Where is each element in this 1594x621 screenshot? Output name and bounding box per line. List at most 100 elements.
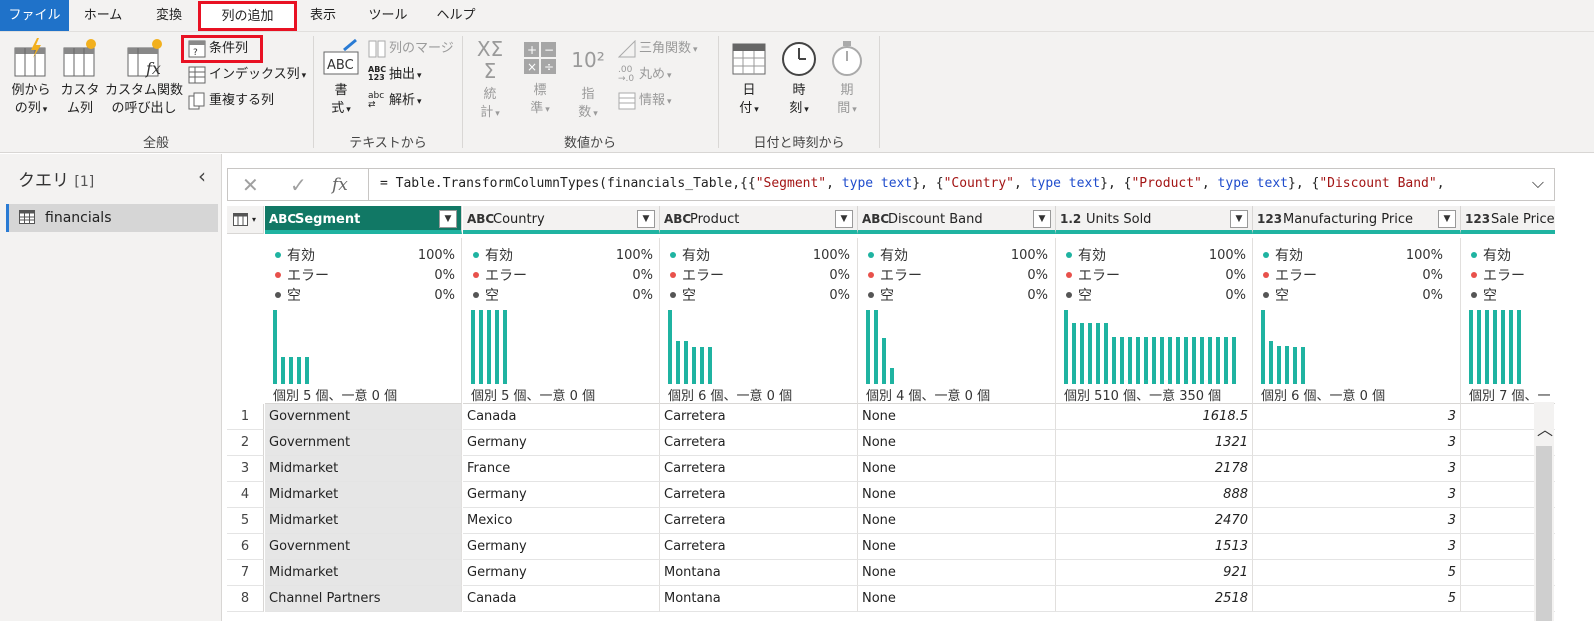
scroll-up-icon[interactable]: ︿ (1537, 416, 1553, 440)
column-from-examples-button[interactable]: 例から の列 ▾ (6, 38, 56, 119)
table-cell-discount[interactable]: None (858, 404, 1056, 430)
tab-view[interactable]: 表示 (300, 0, 346, 31)
column-type-icon[interactable]: ABC (467, 212, 494, 226)
table-cell-segment[interactable]: Government (265, 534, 462, 560)
table-cell-mfg[interactable]: 3 (1253, 404, 1461, 430)
vertical-scrollbar[interactable]: ︿ (1534, 402, 1554, 621)
trigonometry-button[interactable]: 三角関数 ▾ (617, 38, 698, 60)
table-cell-product[interactable]: Carretera (660, 456, 858, 482)
rounding-button[interactable]: .00 →.0 丸め ▾ (618, 64, 672, 86)
table-cell-discount[interactable]: None (858, 508, 1056, 534)
table-cell-segment[interactable]: Midmarket (265, 456, 462, 482)
table-cell-country[interactable]: Germany (463, 560, 660, 586)
tab-tools[interactable]: ツール (362, 0, 414, 31)
expand-formula-icon[interactable]: ⌵ (1532, 173, 1544, 193)
invoke-custom-function-button[interactable]: fx カスタム関数 の呼び出し (104, 38, 184, 118)
information-button[interactable]: 情報 ▾ (618, 90, 672, 112)
column-filter-dropdown-icon[interactable]: ▼ (1230, 210, 1248, 228)
column-header-discount-band[interactable]: ABC Discount Band ▼ (858, 206, 1056, 234)
table-cell-mfg[interactable]: 3 (1253, 482, 1461, 508)
table-cell-country[interactable]: Canada (463, 586, 660, 612)
table-cell-country[interactable]: Germany (463, 482, 660, 508)
scientific-button[interactable]: 10² 指 数 ▾ (568, 38, 608, 123)
row-number[interactable]: 6 (227, 534, 264, 560)
table-cell-units[interactable]: 1618.5 (1056, 404, 1253, 430)
query-item-financials[interactable]: financials (6, 204, 218, 232)
column-header-units-sold[interactable]: 1.2 Units Sold ▼ (1056, 206, 1253, 234)
custom-column-button[interactable]: カスタ ム列 (58, 38, 102, 118)
conditional-column-button[interactable]: ? 条件列 (188, 38, 248, 60)
column-filter-dropdown-icon[interactable]: ▼ (1033, 210, 1051, 228)
column-type-icon[interactable]: ABC (862, 212, 889, 226)
scrollbar-thumb[interactable] (1536, 446, 1552, 621)
row-number[interactable]: 7 (227, 560, 264, 586)
table-cell-mfg[interactable]: 3 (1253, 508, 1461, 534)
table-cell-mfg[interactable]: 3 (1253, 534, 1461, 560)
table-cell-country[interactable]: France (463, 456, 660, 482)
tab-file[interactable]: ファイル (0, 0, 69, 31)
tab-add-column[interactable]: 列の追加 (198, 1, 297, 31)
duplicate-column-button[interactable]: 重複する列 (188, 90, 274, 112)
duration-button[interactable]: 期 間 ▾ (826, 38, 868, 119)
parse-button[interactable]: abc ⇄ 解析 ▾ (368, 90, 422, 112)
column-type-icon[interactable]: ABC (269, 212, 296, 226)
statistics-button[interactable]: XΣ Σ 統 計 ▾ (470, 38, 510, 123)
table-cell-segment[interactable]: Government (265, 404, 462, 430)
row-number[interactable]: 8 (227, 586, 264, 612)
column-filter-dropdown-icon[interactable]: ▼ (1438, 210, 1456, 228)
table-cell-product[interactable]: Montana (660, 586, 858, 612)
table-cell-product[interactable]: Carretera (660, 482, 858, 508)
commit-formula-icon[interactable]: ✓ (290, 173, 307, 197)
table-cell-product[interactable]: Montana (660, 560, 858, 586)
column-header-product[interactable]: ABC Product ▼ (660, 206, 858, 234)
column-filter-dropdown-icon[interactable]: ▼ (637, 210, 655, 228)
time-button[interactable]: 時 刻 ▾ (778, 38, 820, 119)
table-cell-segment[interactable]: Government (265, 430, 462, 456)
column-type-icon[interactable]: 123 (1257, 212, 1282, 226)
column-header-sale-price[interactable]: 123 Sale Price (1461, 206, 1555, 234)
row-number[interactable]: 3 (227, 456, 264, 482)
table-cell-units[interactable]: 1321 (1056, 430, 1253, 456)
table-cell-segment[interactable]: Midmarket (265, 482, 462, 508)
table-menu-button[interactable]: ▾ (227, 206, 264, 234)
column-header-segment[interactable]: ABC Segment ▼ (265, 206, 462, 234)
cancel-formula-icon[interactable]: ✕ (242, 173, 259, 197)
table-cell-units[interactable]: 1513 (1056, 534, 1253, 560)
tab-transform[interactable]: 変換 (146, 0, 192, 31)
table-cell-mfg[interactable]: 3 (1253, 430, 1461, 456)
date-button[interactable]: 日 付 ▾ (728, 38, 770, 119)
table-cell-country[interactable]: Canada (463, 404, 660, 430)
table-cell-discount[interactable]: None (858, 560, 1056, 586)
table-cell-mfg[interactable]: 5 (1253, 560, 1461, 586)
table-cell-units[interactable]: 2178 (1056, 456, 1253, 482)
extract-button[interactable]: ABC 123 抽出 ▾ (368, 64, 422, 86)
table-cell-segment[interactable]: Midmarket (265, 560, 462, 586)
table-cell-country[interactable]: Germany (463, 430, 660, 456)
column-filter-dropdown-icon[interactable]: ▼ (439, 210, 457, 228)
format-button[interactable]: ABC 書 式 ▾ (320, 38, 362, 119)
table-cell-discount[interactable]: None (858, 482, 1056, 508)
column-type-icon[interactable]: ABC (664, 212, 691, 226)
row-number[interactable]: 2 (227, 430, 264, 456)
formula-input[interactable]: = Table.TransformColumnTypes(financials_… (380, 176, 1445, 191)
row-number[interactable]: 4 (227, 482, 264, 508)
table-cell-discount[interactable]: None (858, 586, 1056, 612)
tab-home[interactable]: ホーム (80, 0, 126, 31)
standard-button[interactable]: + − × ÷ 標 準 ▾ (518, 38, 562, 119)
insert-function-icon[interactable]: fx (332, 175, 348, 195)
column-header-country[interactable]: ABC Country ▼ (463, 206, 660, 234)
table-cell-segment[interactable]: Channel Partners (265, 586, 462, 612)
table-cell-segment[interactable]: Midmarket (265, 508, 462, 534)
index-column-button[interactable]: インデックス列 ▾ (188, 64, 306, 86)
row-number[interactable]: 5 (227, 508, 264, 534)
table-cell-units[interactable]: 2518 (1056, 586, 1253, 612)
collapse-pane-icon[interactable]: ‹ (198, 164, 206, 188)
table-cell-mfg[interactable]: 5 (1253, 586, 1461, 612)
table-cell-mfg[interactable]: 3 (1253, 456, 1461, 482)
table-cell-units[interactable]: 921 (1056, 560, 1253, 586)
table-cell-product[interactable]: Carretera (660, 534, 858, 560)
column-header-manufacturing-price[interactable]: 123 Manufacturing Price ▼ (1253, 206, 1461, 234)
table-cell-discount[interactable]: None (858, 534, 1056, 560)
tab-help[interactable]: ヘルプ (430, 0, 482, 31)
column-type-icon[interactable]: 123 (1465, 212, 1490, 226)
